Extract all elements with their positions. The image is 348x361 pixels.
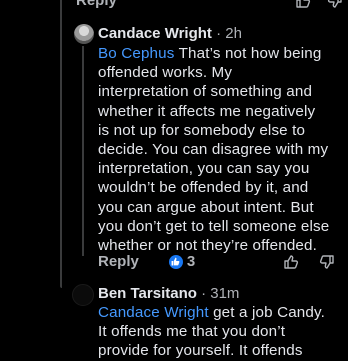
- comment-header: Candace Wright · 2h: [98, 25, 242, 42]
- mention-link[interactable]: Candace Wright: [98, 304, 209, 321]
- comment-line: whether it affects me negatively: [98, 102, 316, 120]
- reply-thread-line: [82, 46, 84, 256]
- comment-line: is not up for somebody else to: [98, 121, 306, 139]
- comment-body: Bo Cephus That’s not how being offended …: [98, 44, 329, 255]
- comment-body: Candace Wright get a job Candy. It offen…: [98, 303, 325, 361]
- comment-line: provide for yourself. It offends: [98, 342, 303, 360]
- avatar[interactable]: [72, 284, 94, 306]
- timestamp[interactable]: 2h: [225, 25, 242, 42]
- meta-separator: ·: [196, 285, 211, 302]
- thumbs-down-icon[interactable]: [318, 253, 336, 271]
- thread-line: [60, 0, 62, 288]
- reply-button[interactable]: Reply: [98, 253, 139, 270]
- comment-line: interpretation of something and: [98, 83, 313, 101]
- mention-link[interactable]: Bo Cephus: [98, 45, 175, 62]
- top-reaction-icons: [294, 0, 344, 10]
- comment-actions: Reply 3: [98, 253, 195, 270]
- comment-line: offended works. My: [98, 64, 233, 82]
- comment-line: interpretation, you can say you: [98, 160, 310, 178]
- reaction-count[interactable]: 3: [168, 253, 196, 270]
- comment-line: decide. You can disagree with my: [98, 141, 329, 159]
- reaction-icons: [282, 253, 336, 271]
- comment-line: you don’t get to tell someone else: [98, 217, 330, 235]
- like-reaction-icon: [168, 254, 183, 269]
- comment-line: It offends me that you don’t: [98, 323, 286, 341]
- thumbs-up-icon[interactable]: [294, 0, 312, 10]
- comment-line: Bo Cephus That’s not how being: [98, 45, 322, 62]
- comment-line: Candace Wright get a job Candy.: [98, 304, 325, 321]
- thumbs-down-icon[interactable]: [326, 0, 344, 10]
- comment-line: wouldn’t be offended by it, and: [98, 179, 309, 197]
- meta-separator: ·: [211, 25, 226, 42]
- comment-header: Ben Tarsitano · 31m: [98, 285, 239, 302]
- timestamp[interactable]: 31m: [210, 285, 239, 302]
- comment-line: you can argue about intent. But: [98, 198, 314, 216]
- thumbs-up-icon[interactable]: [282, 253, 300, 271]
- avatar[interactable]: [74, 24, 94, 44]
- like-count: 3: [186, 253, 196, 270]
- author-name[interactable]: Ben Tarsitano: [98, 285, 197, 302]
- author-name[interactable]: Candace Wright: [98, 25, 212, 42]
- reply-button[interactable]: Reply: [76, 0, 117, 9]
